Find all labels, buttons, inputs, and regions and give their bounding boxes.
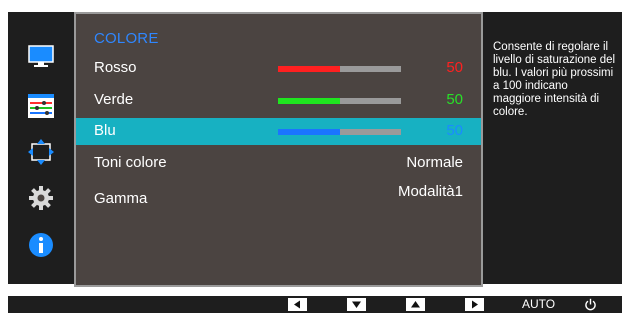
right-arrow-key[interactable]	[465, 298, 484, 311]
menu-item-value: Normale	[406, 154, 463, 171]
picture-icon[interactable]	[28, 43, 54, 69]
menu-item-toni-colore[interactable]: Toni colore Normale	[76, 150, 481, 177]
red-slider[interactable]	[278, 66, 401, 72]
size-position-icon[interactable]	[28, 139, 54, 165]
blue-slider[interactable]	[278, 129, 401, 135]
up-arrow-key[interactable]	[406, 298, 425, 311]
menu-title: COLORE	[94, 30, 159, 47]
control-key-bar: AUTO	[8, 296, 622, 313]
help-text: Consente di regolare il livello di satur…	[493, 41, 616, 118]
blue-slider-fill	[278, 129, 340, 135]
red-value: 50	[446, 59, 463, 76]
green-slider[interactable]	[278, 98, 401, 104]
green-slider-fill	[278, 98, 340, 104]
settings-gear-icon[interactable]	[28, 185, 54, 211]
help-panel: Consente di regolare il livello di satur…	[483, 12, 622, 284]
color-menu-panel: COLORE Rosso 50 Verde 50 Blu 50 Toni col…	[74, 12, 483, 287]
menu-item-label: Gamma	[94, 190, 148, 207]
color-adjust-icon[interactable]	[28, 93, 54, 119]
menu-item-rosso[interactable]: Rosso 50	[76, 55, 481, 82]
left-arrow-key[interactable]	[288, 298, 307, 311]
down-arrow-key[interactable]	[347, 298, 366, 311]
menu-item-label: Verde	[94, 91, 134, 108]
sidebar	[8, 12, 74, 284]
blue-value: 50	[446, 122, 463, 139]
menu-item-label: Blu	[94, 122, 116, 139]
menu-item-label: Rosso	[94, 59, 137, 76]
menu-item-label: Toni colore	[94, 154, 167, 171]
menu-item-verde[interactable]: Verde 50	[76, 87, 481, 114]
power-icon[interactable]	[584, 298, 597, 311]
menu-item-blu[interactable]: Blu 50	[76, 118, 481, 145]
information-icon[interactable]	[28, 232, 54, 258]
green-value: 50	[446, 91, 463, 108]
menu-item-value: Modalità1	[397, 183, 463, 200]
menu-item-gamma[interactable]: Gamma Modalità1	[76, 183, 481, 211]
red-slider-fill	[278, 66, 340, 72]
auto-button[interactable]: AUTO	[522, 297, 555, 311]
